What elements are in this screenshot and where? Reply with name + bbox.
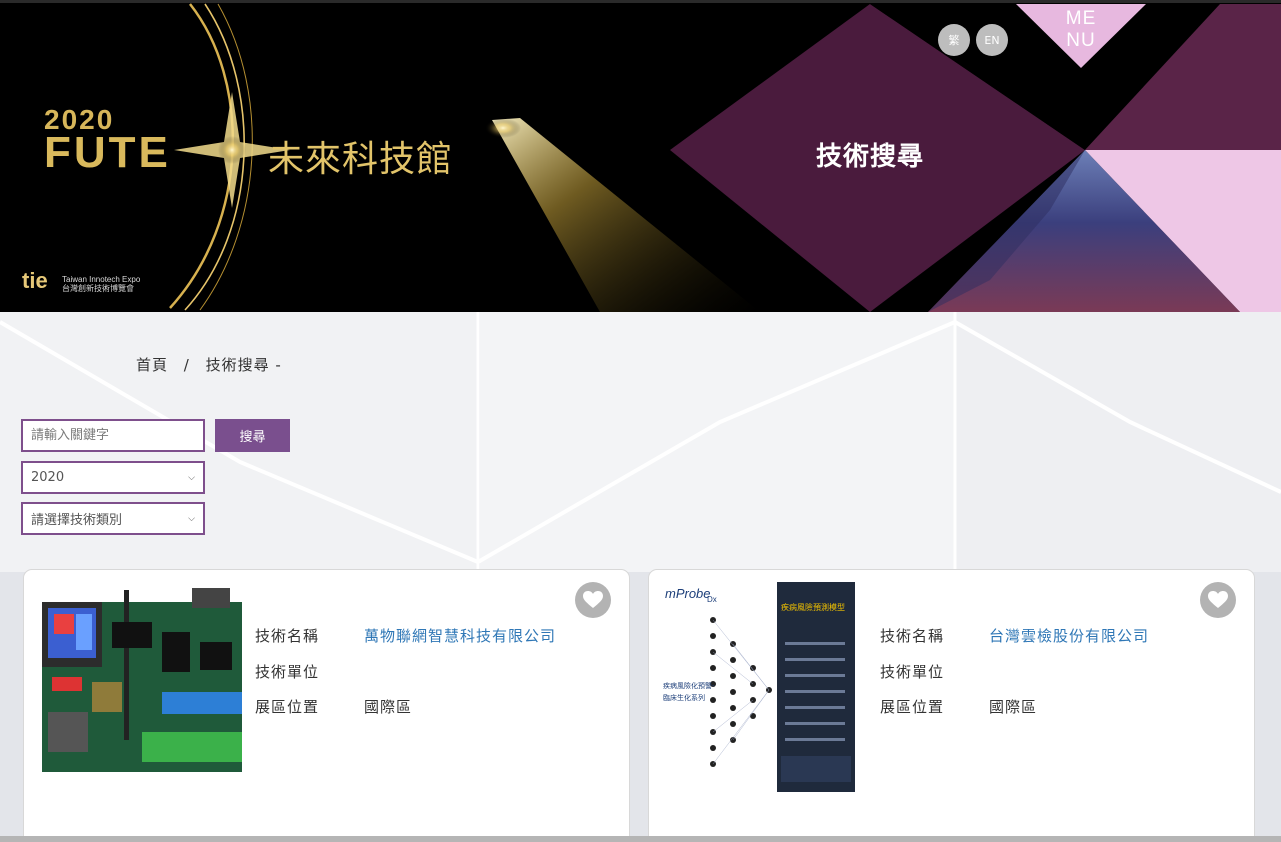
chevron-down-icon: ⌵ xyxy=(188,473,195,483)
tie-subname: 台灣創新技術博覽會 xyxy=(62,284,134,293)
tech-name-link[interactable]: 萬物聯網智慧科技有限公司 xyxy=(364,625,556,646)
breadcrumb-home-link[interactable]: 首頁 xyxy=(136,356,168,374)
heart-icon xyxy=(583,591,603,608)
menu-label-line-1: ME xyxy=(1065,8,1097,29)
favorite-button[interactable] xyxy=(575,582,611,618)
category-select-value: 請選擇技術類別 xyxy=(31,513,123,528)
main-content: 首頁 / 技術搜尋 - 搜尋 2020 ⌵ 請選擇技術類別 ⌵ xyxy=(0,312,1281,842)
year-select[interactable]: 2020 ⌵ xyxy=(21,461,205,494)
language-traditional-chinese-button[interactable]: 繁 xyxy=(938,24,970,56)
logo-fute: FUTE xyxy=(44,128,171,177)
tie-logo-text: Taiwan Innotech Expo 台灣創新技術博覽會 xyxy=(62,275,140,293)
year-select-value: 2020 xyxy=(31,470,65,485)
tech-unit-label: 技術單位 xyxy=(255,663,320,681)
keyword-search-input[interactable] xyxy=(21,419,205,452)
tech-name-label: 技術名稱 xyxy=(255,627,320,645)
tech-location-value: 國際區 xyxy=(364,698,413,716)
tech-name-label: 技術名稱 xyxy=(880,627,945,645)
tie-logo-mark: tie xyxy=(22,268,48,293)
breadcrumb: 首頁 / 技術搜尋 - xyxy=(136,354,292,375)
tech-location-value: 國際區 xyxy=(989,698,1038,716)
tech-card[interactable]: 技術名稱 技術單位 展區位置 萬物聯網智慧科技有限公司 國際區 xyxy=(23,569,630,842)
mprobe-neural-network-image: mProbe Dx 疾病風險化預警- 臨床生化系列 疾病風險預測模型 xyxy=(661,582,869,794)
favorite-button[interactable] xyxy=(1200,582,1236,618)
breadcrumb-separator: / xyxy=(183,356,190,374)
page-title: 技術搜尋 xyxy=(816,142,925,172)
tech-location-label: 展區位置 xyxy=(880,698,945,716)
image-brand-sub: Dx xyxy=(707,595,717,604)
image-heading: 疾病風險預測模型 xyxy=(781,602,845,612)
bottom-edge-bar xyxy=(0,836,1281,842)
tech-card[interactable]: mProbe Dx 疾病風險化預警- 臨床生化系列 疾病風險預測模型 技術名稱 … xyxy=(648,569,1255,842)
language-english-button[interactable]: EN xyxy=(976,24,1008,56)
logo-chinese-title: 未來科技館 xyxy=(268,139,454,180)
search-button[interactable]: 搜尋 xyxy=(215,419,290,452)
tie-name: Taiwan Innotech Expo xyxy=(62,275,141,284)
tech-unit-label: 技術單位 xyxy=(880,663,945,681)
category-select[interactable]: 請選擇技術類別 ⌵ xyxy=(21,502,205,535)
image-side-text-1: 疾病風險化預警- xyxy=(663,681,715,690)
tech-location-label: 展區位置 xyxy=(255,698,320,716)
image-brand: mProbe xyxy=(665,586,711,601)
breadcrumb-current: 技術搜尋 - xyxy=(205,356,282,374)
chevron-down-icon: ⌵ xyxy=(188,514,195,524)
tech-name-link[interactable]: 台灣雲檢股份有限公司 xyxy=(989,625,1149,646)
heart-icon xyxy=(1208,591,1228,608)
menu-label-line-2: NU xyxy=(1066,30,1096,51)
menu-button[interactable]: ME NU xyxy=(1062,8,1100,52)
header-banner: 2020 FUTE 未來科技館 tie Taiwan Innotech Expo… xyxy=(0,0,1281,312)
image-side-text-2: 臨床生化系列 xyxy=(663,693,705,702)
circuit-board-image xyxy=(42,588,242,772)
